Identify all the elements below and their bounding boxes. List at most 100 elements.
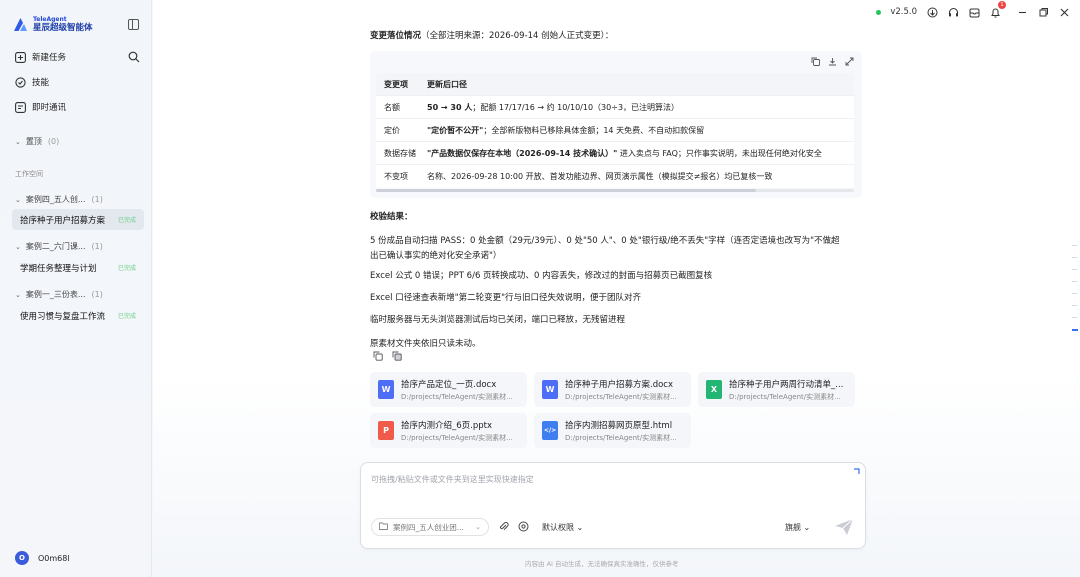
inbox-icon[interactable]: [968, 6, 980, 18]
html-file-icon: </>: [542, 421, 558, 440]
file-name: 拾序产品定位_一页.docx: [401, 379, 497, 390]
sidebar-item-label: 即时通讯: [32, 103, 67, 113]
copy-icon[interactable]: [373, 351, 383, 364]
table-cell-bold: "定价暂不公开": [427, 125, 484, 135]
excel-file-icon: X: [706, 380, 722, 399]
app-logo[interactable]: TeleAgent 星辰超级智能体: [12, 16, 93, 33]
change-heading: 变更落位情况: [370, 31, 422, 41]
chat-input-placeholder[interactable]: 可拖拽/粘贴文件或文件夹到这里实现快速指定: [371, 474, 534, 485]
workspace-section-label: 工作空间: [15, 170, 43, 178]
file-card[interactable]: X 拾序种子用户两周行动清单_... D:/projects/TeleAgent/…: [698, 372, 855, 407]
check-line: 出已确认事实的绝对化安全承诺"）: [370, 251, 502, 261]
send-icon[interactable]: [833, 517, 855, 537]
task-item[interactable]: 学期任务整理与计划 已完成: [12, 257, 144, 278]
headset-icon[interactable]: [947, 6, 959, 18]
user-name: O0m68l: [38, 553, 70, 563]
message-actions: [373, 351, 402, 364]
task-label: 学期任务整理与计划: [20, 263, 97, 274]
download-icon[interactable]: [828, 57, 837, 69]
table-cell-text: ；配额 17/17/16 → 约 10/10/10（30÷3，已注明算法）: [472, 102, 680, 112]
task-item[interactable]: 使用习惯与复盘工作流 已完成: [12, 305, 144, 326]
file-name: 拾序种子用户招募方案.docx: [565, 379, 674, 390]
minimize-icon[interactable]: [1016, 6, 1028, 18]
workspace-group-label: 案例二_六门课...: [25, 242, 86, 251]
table-header-cell: 更新后口径: [427, 79, 467, 89]
table-cell-value: "产品数据仅保存在本地（2026-09-14 技术确认）" 进入卖点与 FAQ；…: [427, 148, 854, 159]
table-actions: [811, 57, 854, 69]
attach-icon[interactable]: [498, 521, 509, 535]
ai-disclaimer: 内容由 AI 自动生成，无法确保真实准确性，仅供参考: [525, 560, 679, 568]
table-cell-value: "定价暂不公开"；全部新版物料已移除具体金额；14 天免费、不自动扣款保留: [427, 125, 854, 136]
task-item[interactable]: 拾序种子用户招募方案 已完成: [12, 209, 144, 230]
status-badge: 已完成: [117, 313, 136, 320]
table-row: 名额 50 → 30 人；配额 17/17/16 → 约 10/10/10（30…: [376, 96, 854, 119]
file-card[interactable]: W 拾序种子用户招募方案.docx D:/projects/TeleAgent/实…: [534, 372, 691, 407]
workspace-selector[interactable]: 案例四_五人创业团... ⌄: [371, 518, 489, 536]
close-icon[interactable]: [1058, 6, 1070, 18]
table-cell-item: 不变项: [384, 172, 408, 181]
resize-corner-icon[interactable]: [853, 468, 860, 475]
copy-all-icon[interactable]: [392, 351, 402, 364]
search-icon[interactable]: [128, 51, 140, 63]
bell-icon[interactable]: 1: [989, 1, 1006, 18]
pinned-group[interactable]: ⌄ 置顶 (0): [15, 136, 59, 147]
workspace-group-count: (1): [91, 195, 103, 204]
logo-title: 星辰超级智能体: [33, 22, 93, 33]
notification-badge: 1: [998, 1, 1006, 9]
maximize-icon[interactable]: [1037, 6, 1049, 18]
check-line: Excel 公式 0 错误；PPT 6/6 页转换成功、0 内容丢失，修改过的封…: [370, 271, 713, 281]
sidebar-collapse-icon[interactable]: [128, 19, 139, 30]
check-heading: 校验结果：: [370, 212, 413, 222]
logo-mark-icon: [12, 16, 29, 33]
table-horizontal-scrollbar[interactable]: [376, 189, 854, 192]
status-dot-icon: [876, 9, 882, 15]
expand-icon[interactable]: [845, 57, 854, 69]
copy-icon[interactable]: [811, 57, 820, 69]
table-cell-text: 进入卖点与 FAQ；只作事实说明，未出现任何绝对化安全: [617, 148, 822, 158]
pinned-count: (0): [47, 137, 60, 146]
main-panel: v2.5.0 1 变更落位情况（全部注明来源：2026-09-14 创始人正式变…: [153, 0, 1080, 577]
file-name: 拾序内测介绍_6页.pptx: [401, 420, 493, 431]
table-card: 变更项 更新后口径 名额 50 → 30 人；配额 17/17/16 → 约 1…: [370, 51, 862, 198]
model-selector[interactable]: 旗舰 ⌄: [785, 522, 810, 533]
chevron-down-icon: ⌄: [576, 523, 584, 532]
user-profile[interactable]: O O0m68l: [15, 551, 70, 565]
im-icon: [15, 101, 26, 113]
version-label: v2.5.0: [890, 7, 917, 17]
file-card[interactable]: </> 拾序内测招募网页原型.html D:/projects/TeleAgent…: [534, 413, 691, 448]
workspace-group-count: (1): [91, 290, 103, 299]
chevron-down-icon: ⌄: [15, 242, 21, 251]
file-name: 拾序内测招募网页原型.html: [565, 420, 673, 431]
table-cell-item: 定价: [384, 125, 400, 135]
workspace-group-label: 案例一_三份表...: [25, 290, 86, 299]
permission-selector[interactable]: 默认权限 ⌄: [542, 522, 583, 533]
settings-icon[interactable]: [518, 521, 529, 535]
file-path: D:/projects/TeleAgent/实测素材...: [401, 392, 513, 401]
sidebar-item-label: 新建任务: [32, 53, 67, 63]
workspace-group[interactable]: ⌄ 案例四_五人创... (1): [15, 194, 103, 205]
avatar: O: [15, 551, 29, 565]
scroll-minimap[interactable]: [1072, 245, 1078, 342]
permission-label: 默认权限: [542, 523, 574, 532]
change-heading-line: 变更落位情况（全部注明来源：2026-09-14 创始人正式变更）：: [370, 29, 613, 41]
workspace-group[interactable]: ⌄ 案例二_六门课... (1): [15, 241, 103, 252]
table-cell-item: 名额: [384, 102, 400, 112]
table-cell-text: 名称、2026-09-28 10:00 开放、首发功能边界、网页演示属性（模拟提…: [427, 172, 773, 181]
file-path: D:/projects/TeleAgent/实测素材...: [565, 392, 677, 401]
workspace-group-count: (1): [91, 242, 103, 251]
sidebar-item-skills[interactable]: 技能: [15, 76, 49, 88]
sidebar-item-im[interactable]: 即时通讯: [15, 101, 66, 113]
file-card[interactable]: P 拾序内测介绍_6页.pptx D:/projects/TeleAgent/实测…: [370, 413, 527, 448]
update-icon[interactable]: [926, 6, 938, 18]
chat-input-box[interactable]: 可拖拽/粘贴文件或文件夹到这里实现快速指定 案例四_五人创业团... ⌄ 默认权…: [360, 462, 866, 549]
sidebar-item-new-task[interactable]: 新建任务: [15, 51, 66, 63]
table-cell-item: 数据存储: [384, 148, 416, 158]
chevron-down-icon: ⌄: [15, 290, 21, 299]
task-label: 使用习惯与复盘工作流: [20, 311, 106, 322]
workspace-group[interactable]: ⌄ 案例一_三份表... (1): [15, 289, 103, 300]
model-label: 旗舰: [785, 523, 801, 532]
file-card[interactable]: W 拾序产品定位_一页.docx D:/projects/TeleAgent/实测…: [370, 372, 527, 407]
file-path: D:/projects/TeleAgent/实测素材...: [565, 433, 677, 442]
table-header-cell: 变更项: [384, 79, 408, 89]
check-line: 临时服务器与无头浏览器测试后均已关闭，端口已释放，无残留进程: [370, 315, 626, 325]
